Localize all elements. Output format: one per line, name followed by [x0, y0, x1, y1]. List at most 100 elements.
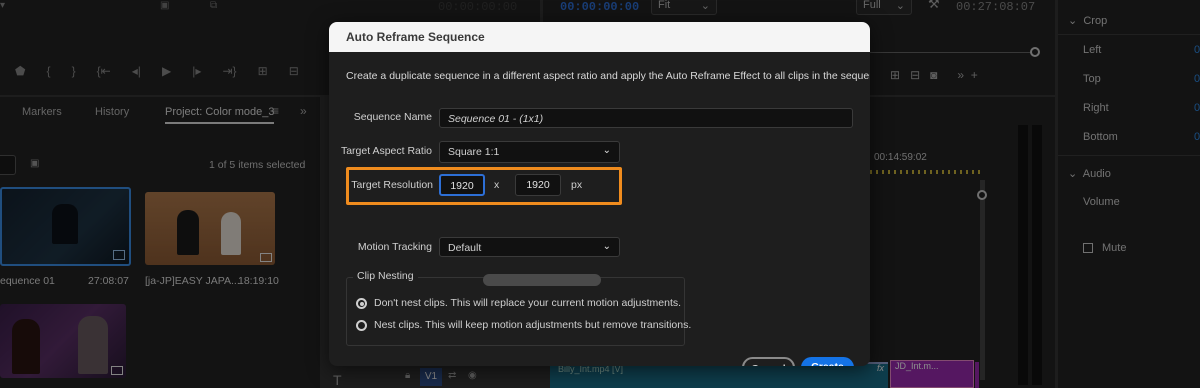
- panel-menu-icon[interactable]: ≡: [272, 104, 279, 118]
- program-scrubber[interactable]: [870, 52, 1035, 53]
- chevron-down-icon: ⌄: [1068, 168, 1078, 180]
- mark-out-icon[interactable]: }: [72, 64, 76, 78]
- audio-meter-right: [1032, 125, 1042, 385]
- media-thumbnail-interview[interactable]: [0, 304, 126, 378]
- mute-checkbox[interactable]: [1083, 243, 1093, 253]
- tab-project[interactable]: Project: Color mode_3: [165, 106, 275, 124]
- crop-section[interactable]: ⌄ Crop: [1068, 14, 1107, 27]
- divider: [1058, 34, 1200, 35]
- timeline-timecode: 00:14:59:02: [874, 152, 927, 163]
- auto-reframe-dialog: Auto Reframe Sequence Create a duplicate…: [329, 22, 870, 366]
- crop-top-label: Top: [1083, 73, 1101, 85]
- aspect-ratio-select[interactable]: Square 1:1 ⌄: [439, 141, 620, 163]
- duration-timecode: 00:27:08:07: [956, 0, 1036, 14]
- dropdown-icon[interactable]: ▾: [0, 0, 8, 11]
- crop-bottom-label: Bottom: [1083, 131, 1118, 143]
- audio-section[interactable]: ⌄ Audio: [1068, 167, 1111, 180]
- source-transport-controls: ⬟ { } {⇤ ◂| ▶ |▸ ⇥} ⊞ ⊟: [15, 64, 317, 78]
- program-controls: ⊞ ⊟ ◙ » +: [890, 68, 978, 82]
- resolution-unit: px: [571, 179, 583, 191]
- crop-bottom-value[interactable]: 0: [1194, 131, 1200, 143]
- timeline-clip[interactable]: JD_Int.m...: [890, 360, 974, 388]
- crop-left-value[interactable]: 0: [1194, 44, 1200, 56]
- sequence-name-label: Sequence Name: [353, 111, 432, 123]
- go-to-out-icon[interactable]: ⇥}: [222, 64, 236, 78]
- aspect-ratio-label: Target Aspect Ratio: [340, 145, 432, 157]
- step-back-icon[interactable]: ◂|: [132, 64, 141, 78]
- overwrite-icon[interactable]: ⊟: [289, 64, 299, 78]
- create-button[interactable]: Create: [801, 357, 854, 366]
- settings-icon[interactable]: ▣: [160, 0, 169, 11]
- play-icon[interactable]: ▶: [162, 64, 171, 78]
- dialog-title: Auto Reframe Sequence: [329, 22, 870, 52]
- insert-icon[interactable]: ⊞: [258, 64, 268, 78]
- full-dropdown[interactable]: Full ⌄: [856, 0, 912, 15]
- camera-icon[interactable]: ◙: [930, 68, 937, 82]
- clip-nesting-label: Clip Nesting: [353, 270, 418, 282]
- sync-icon[interactable]: ⇄: [448, 370, 456, 381]
- search-input[interactable]: [0, 155, 16, 175]
- dialog-body: Create a duplicate sequence in a differe…: [329, 52, 870, 366]
- extract-icon[interactable]: ⊟: [910, 68, 920, 82]
- wrench-icon[interactable]: ⚒: [928, 0, 940, 12]
- media-duration: 18:19:10: [238, 275, 279, 287]
- clip-nesting-group: [346, 277, 685, 346]
- marker-icon[interactable]: ⬟: [15, 64, 25, 78]
- resolution-x-separator: x: [494, 179, 500, 191]
- resolution-width-input[interactable]: 1920: [439, 174, 485, 196]
- program-timecode: 00:00:00:00: [560, 0, 640, 14]
- radio-no-nest[interactable]: [356, 298, 367, 309]
- export-icon[interactable]: ⧉: [210, 0, 217, 11]
- motion-tracking-select[interactable]: Default ⌄: [439, 237, 620, 257]
- divider: [1058, 155, 1200, 156]
- type-tool-icon[interactable]: T: [333, 372, 342, 388]
- crop-top-value[interactable]: 0: [1194, 73, 1200, 85]
- media-name: [ja-JP]EASY JAPA...: [145, 275, 240, 287]
- insert-icon[interactable]: ⊞: [890, 68, 900, 82]
- radio-nest-label[interactable]: Nest clips. This will keep motion adjust…: [374, 319, 691, 331]
- source-timecode: 00:00:00:00: [438, 0, 518, 14]
- media-duration: 27:08:07: [88, 275, 129, 287]
- timeline-clip[interactable]: [975, 362, 979, 388]
- chevron-down-icon: ⌄: [602, 145, 611, 156]
- dialog-description: Create a duplicate sequence in a differe…: [346, 70, 870, 82]
- radio-no-nest-label[interactable]: Don't nest clips. This will replace your…: [374, 297, 681, 309]
- media-thumbnail-easy-japanese[interactable]: [145, 192, 275, 265]
- resolution-height-input[interactable]: 1920: [515, 174, 561, 196]
- timeline-ruler: [870, 170, 980, 174]
- sequence-name-input[interactable]: Sequence 01 - (1x1): [439, 108, 853, 128]
- audio-meter-left: [1018, 125, 1028, 385]
- resolution-label: Target Resolution: [351, 179, 433, 191]
- crop-right-value[interactable]: 0: [1194, 102, 1200, 114]
- effect-controls-panel: [1058, 0, 1200, 388]
- chevron-down-icon: ⌄: [602, 241, 611, 252]
- media-name: equence 01: [0, 275, 55, 287]
- more-icon[interactable]: »: [957, 68, 964, 82]
- volume-label: Volume: [1083, 196, 1120, 208]
- crop-right-label: Right: [1083, 102, 1109, 114]
- sequence-icon: [113, 250, 125, 260]
- more-panels-icon[interactable]: »: [300, 104, 307, 118]
- tooltip-bar: [483, 274, 601, 286]
- fit-dropdown[interactable]: Fit ⌄: [651, 0, 717, 15]
- add-icon[interactable]: +: [971, 68, 978, 82]
- chevron-down-icon: ⌄: [1068, 15, 1078, 27]
- media-thumbnail-sequence[interactable]: [0, 187, 131, 266]
- new-bin-icon[interactable]: ▣: [30, 158, 39, 169]
- timeline-scrollbar[interactable]: [980, 180, 985, 380]
- cancel-button[interactable]: Cancel: [742, 357, 795, 366]
- scroll-handle[interactable]: [977, 190, 987, 200]
- mute-label: Mute: [1102, 242, 1127, 254]
- clip-icon: [111, 366, 123, 375]
- mark-in-icon[interactable]: {: [47, 64, 51, 78]
- scrubber-handle[interactable]: [1030, 47, 1040, 57]
- eye-icon[interactable]: ◉: [468, 370, 477, 381]
- lock-icon[interactable]: 🔒︎: [405, 370, 410, 381]
- tab-history[interactable]: History: [95, 106, 129, 118]
- radio-nest[interactable]: [356, 320, 367, 331]
- step-forward-icon[interactable]: |▸: [192, 64, 201, 78]
- track-v1[interactable]: V1: [420, 368, 442, 386]
- tab-markers[interactable]: Markers: [22, 106, 62, 118]
- go-to-in-icon[interactable]: {⇤: [97, 64, 111, 78]
- crop-left-label: Left: [1083, 44, 1102, 56]
